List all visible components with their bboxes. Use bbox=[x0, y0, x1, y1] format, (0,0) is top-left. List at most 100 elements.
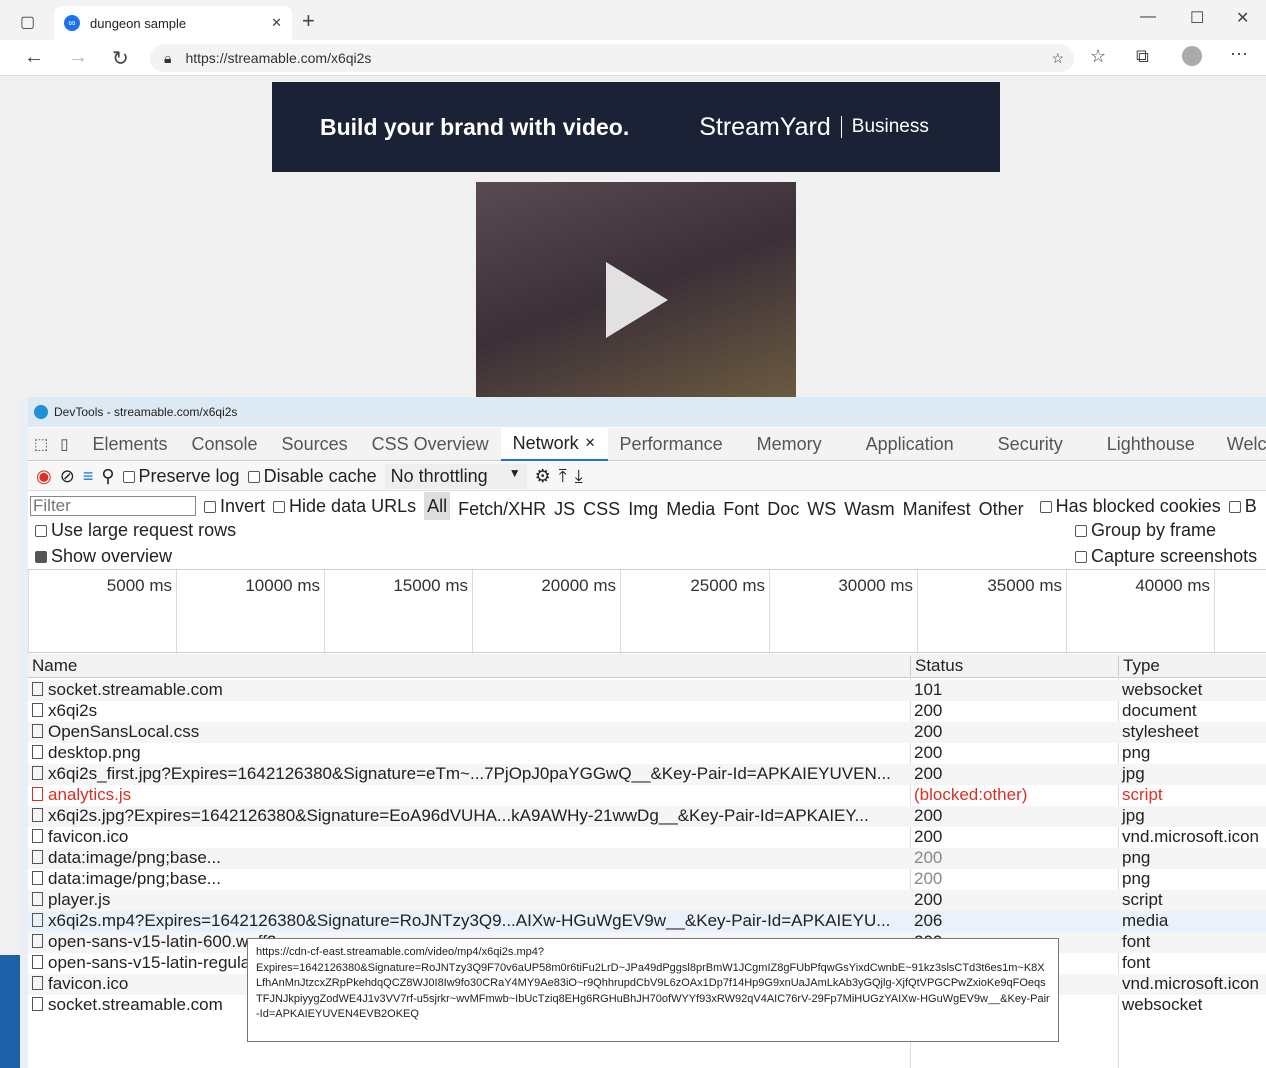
minimize-icon[interactable]: — bbox=[1140, 8, 1156, 26]
filter-input[interactable] bbox=[30, 496, 196, 516]
table-row[interactable]: analytics.js (blocked:other) script bbox=[28, 785, 1266, 806]
request-name: x6qi2s_first.jpg?Expires=1642126380&Sign… bbox=[48, 764, 891, 783]
filter-bar: Invert Hide data URLs All Fetch/XHR JS C… bbox=[28, 492, 1266, 520]
tab-network-label: Network bbox=[512, 432, 579, 453]
column-status[interactable]: Status bbox=[910, 656, 963, 676]
request-type: font bbox=[1122, 953, 1151, 972]
filter-type-fetch-xhr[interactable]: Fetch/XHR bbox=[458, 493, 546, 520]
table-row[interactable]: OpenSansLocal.css 200 stylesheet bbox=[28, 722, 1266, 743]
filter-type-all[interactable]: All bbox=[424, 492, 451, 520]
tab-elements[interactable]: Elements bbox=[80, 434, 179, 455]
file-icon-and-name: analytics.js bbox=[32, 785, 908, 805]
filter-type-font[interactable]: Font bbox=[723, 493, 759, 520]
browser-tab[interactable]: ∞ dungeon sample ✕ bbox=[54, 6, 292, 40]
inspect-icon[interactable]: ⬚ bbox=[28, 435, 54, 453]
request-status: 200 bbox=[914, 701, 943, 720]
preserve-log-checkbox[interactable]: Preserve log bbox=[122, 466, 240, 487]
filter-type-doc[interactable]: Doc bbox=[767, 493, 799, 520]
file-icon-and-name: x6qi2s.jpg?Expires=1642126380&Signature=… bbox=[32, 806, 908, 826]
device-toolbar-icon[interactable]: ▯ bbox=[54, 435, 80, 453]
filter-type-wasm[interactable]: Wasm bbox=[844, 493, 894, 520]
blocked-requests-checkbox[interactable]: B bbox=[1228, 496, 1257, 517]
more-icon[interactable]: ⋯ bbox=[1230, 44, 1248, 65]
table-row[interactable]: desktop.png 200 png bbox=[28, 743, 1266, 764]
new-tab-icon[interactable]: + bbox=[302, 8, 315, 34]
taskbar-strip bbox=[0, 955, 20, 1068]
tab-bar: ▢ ∞ dungeon sample ✕ + — ☐ ✕ bbox=[0, 0, 1266, 40]
tab-welcome[interactable]: Welcome bbox=[1217, 434, 1266, 455]
tab-network[interactable]: Network ✕ bbox=[500, 427, 608, 461]
throttling-select[interactable]: No throttling ▼ bbox=[384, 463, 527, 489]
play-icon[interactable] bbox=[606, 262, 668, 338]
record-icon[interactable]: ◉ bbox=[36, 466, 52, 487]
refresh-icon[interactable]: ↻ bbox=[112, 46, 129, 71]
timeline-tick: 20000 ms bbox=[472, 570, 620, 654]
filter-type-other[interactable]: Other bbox=[979, 493, 1024, 520]
has-blocked-cookies-checkbox[interactable]: Has blocked cookies bbox=[1039, 496, 1221, 517]
large-rows-checkbox[interactable]: Use large request rows bbox=[35, 520, 236, 541]
column-type[interactable]: Type bbox=[1118, 656, 1160, 676]
clear-icon[interactable]: ⊘ bbox=[60, 466, 75, 487]
filter-type-media[interactable]: Media bbox=[666, 493, 715, 520]
back-icon[interactable]: ← bbox=[24, 46, 44, 69]
favorites-icon[interactable]: ☆ bbox=[1090, 46, 1106, 67]
maximize-icon[interactable]: ☐ bbox=[1190, 8, 1204, 28]
profile-avatar[interactable] bbox=[1182, 46, 1202, 66]
file-icon-and-name: data:image/png;base... bbox=[32, 869, 908, 889]
capture-screenshots-checkbox[interactable]: Capture screenshots bbox=[1075, 546, 1257, 567]
table-row[interactable]: data:image/png;base... 200 png bbox=[28, 848, 1266, 869]
file-icon bbox=[32, 787, 43, 801]
close-window-icon[interactable]: ✕ bbox=[1236, 8, 1249, 28]
tab-application[interactable]: Application bbox=[844, 434, 976, 455]
column-name[interactable]: Name bbox=[32, 656, 908, 676]
tab-console[interactable]: Console bbox=[180, 434, 270, 455]
import-har-icon[interactable]: ⤒ bbox=[559, 466, 567, 487]
hide-data-urls-checkbox[interactable]: Hide data URLs bbox=[273, 496, 416, 517]
file-icon bbox=[32, 976, 43, 990]
timeline-tick: 5000 ms bbox=[28, 570, 176, 654]
file-icon bbox=[32, 745, 43, 759]
tab-security[interactable]: Security bbox=[976, 434, 1085, 455]
table-row[interactable]: player.js 200 script bbox=[28, 890, 1266, 911]
table-row[interactable]: x6qi2s.jpg?Expires=1642126380&Signature=… bbox=[28, 806, 1266, 827]
table-row[interactable]: x6qi2s 200 document bbox=[28, 701, 1266, 722]
request-type: jpg bbox=[1122, 764, 1145, 783]
video-player[interactable] bbox=[476, 182, 796, 397]
close-tab-icon[interactable]: ✕ bbox=[271, 15, 282, 31]
request-status: 101 bbox=[914, 680, 943, 699]
forward-icon[interactable]: → bbox=[68, 46, 88, 69]
filter-type-js[interactable]: JS bbox=[554, 493, 575, 520]
url-text: https://streamable.com/x6qi2s bbox=[185, 50, 372, 66]
filter-type-img[interactable]: Img bbox=[628, 493, 658, 520]
group-by-frame-checkbox[interactable]: Group by frame bbox=[1075, 520, 1216, 541]
table-row[interactable]: socket.streamable.com 101 websocket bbox=[28, 680, 1266, 701]
url-field[interactable]: 🔒︎ https://streamable.com/x6qi2s ☆ bbox=[150, 44, 1074, 72]
tab-memory[interactable]: Memory bbox=[735, 434, 844, 455]
ad-banner[interactable]: Build your brand with video. StreamYard … bbox=[272, 82, 1000, 172]
request-type: png bbox=[1122, 869, 1151, 888]
invert-checkbox[interactable]: Invert bbox=[204, 496, 265, 517]
filter-type-manifest[interactable]: Manifest bbox=[903, 493, 971, 520]
filter-type-css[interactable]: CSS bbox=[583, 493, 620, 520]
network-overview[interactable]: 5000 ms 10000 ms 15000 ms 20000 ms 25000… bbox=[28, 569, 1266, 654]
tab-actions-icon[interactable]: ▢ bbox=[20, 12, 35, 32]
add-favorite-icon[interactable]: ☆ bbox=[1051, 50, 1064, 67]
tab-lighthouse[interactable]: Lighthouse bbox=[1085, 434, 1217, 455]
table-row[interactable]: x6qi2s_first.jpg?Expires=1642126380&Sign… bbox=[28, 764, 1266, 785]
close-tab-icon[interactable]: ✕ bbox=[585, 435, 596, 451]
filter-type-ws[interactable]: WS bbox=[807, 493, 836, 520]
tab-css-overview[interactable]: CSS Overview bbox=[360, 434, 501, 455]
network-conditions-icon[interactable]: ⚙ bbox=[535, 466, 551, 487]
request-type: document bbox=[1122, 701, 1197, 720]
table-row[interactable]: favicon.ico 200 vnd.microsoft.icon bbox=[28, 827, 1266, 848]
disable-cache-checkbox[interactable]: Disable cache bbox=[247, 466, 377, 487]
tab-sources[interactable]: Sources bbox=[270, 434, 360, 455]
show-overview-checkbox[interactable]: Show overview bbox=[35, 546, 172, 567]
collections-icon[interactable]: ⧉ bbox=[1136, 46, 1149, 67]
export-har-icon[interactable]: ⤓ bbox=[575, 466, 583, 487]
table-row[interactable]: data:image/png;base... 200 png bbox=[28, 869, 1266, 890]
search-icon[interactable]: ⚲ bbox=[101, 466, 114, 487]
table-row[interactable]: x6qi2s.mp4?Expires=1642126380&Signature=… bbox=[28, 911, 1266, 932]
tab-performance[interactable]: Performance bbox=[608, 434, 735, 455]
filter-icon[interactable]: ≡ bbox=[83, 466, 94, 487]
